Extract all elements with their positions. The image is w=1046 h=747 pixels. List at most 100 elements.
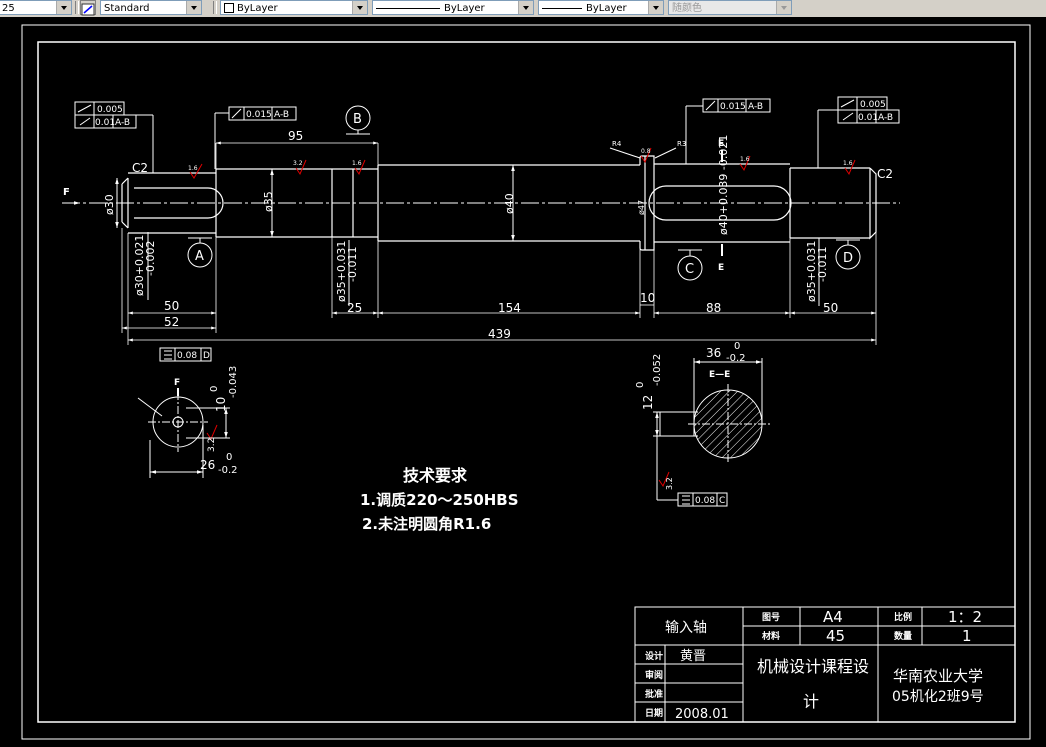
dim-88: 88 [706,301,721,315]
chevron-down-icon[interactable] [56,1,71,14]
rough-label-4: 0.8 [641,148,651,155]
tb-material-label: 材料 [761,630,780,642]
e-top-label: E [718,139,724,149]
notes-title: 技术要求 [403,466,468,485]
c2-left-label: C2 [132,161,148,175]
chevron-down-icon[interactable] [648,1,663,14]
color-value: ByLayer [237,3,278,14]
lineweight-combo[interactable]: ByLayer [538,0,664,15]
right-36-tol: 0 [734,341,740,352]
tb-course-line1: 机械设计课程设 [757,657,869,676]
rough-label-5: 1.6 [740,156,750,163]
chevron-down-icon[interactable] [518,1,533,14]
plot-style-value: 随颜色 [672,3,702,14]
right-12-tol2: -0.052 [652,354,663,386]
plot-style-combo[interactable]: 随颜色 [668,0,792,15]
gdt-mid-left-ref: A-B [274,110,289,120]
svg-text:A: A [195,249,204,264]
f-view-label: F [174,378,180,388]
phi40-tol-label: ø40+0.039 -0.021 [717,135,730,235]
r4-label: R4 [612,140,622,148]
left-10-tol: 0 [209,386,220,392]
drawing-canvas[interactable]: C2 C2 ø30 ø35 ø40 ø47 ø40+0.039 -0.021 ø… [0,17,1046,743]
tb-drawing-no: A4 [823,608,843,626]
tol-b2: -0.011 [346,247,359,282]
tb-approver-label: 批准 [645,688,663,700]
gdt-mid-left-val: 0.015 [246,110,272,120]
right-12-label: 12 [641,395,655,410]
toolbar-separator [75,1,79,14]
sym-left-val: 0.08 [177,351,197,361]
chevron-down-icon[interactable] [186,1,201,14]
svg-text:C: C [685,262,694,277]
scale-combo[interactable]: 25 [0,0,72,15]
phi30-label: ø30 [103,194,116,215]
gdt-left-val2: 0.01 [95,118,115,128]
svg-text:B: B [353,112,362,127]
phi47-label: ø47 [637,200,646,215]
chevron-down-icon[interactable] [776,1,791,14]
sym-left-ref: D [203,351,210,361]
dim-439: 439 [488,327,511,341]
left-26-tol2: -0.2 [218,465,238,476]
notes-item-2: 2.未注明圆角R1.6 [362,515,491,533]
c2-right-label: C2 [877,167,893,181]
inner-frame [37,41,1016,723]
dim-50a: 50 [164,299,179,313]
datum-a: A [187,237,213,268]
right-12-tol: 0 [635,382,646,388]
right-36-label: 36 [706,346,721,360]
rough-label-2: 3.2 [293,160,303,167]
gdt-right-ref: A-B [878,113,893,123]
notes-item-1: 1.调质220～250HBS [360,491,519,509]
properties-toolbar: 25 Standard ByLayer ByLayer ByLayer 随颜色 [0,0,1046,18]
tb-designer: 黄晋 [680,649,706,664]
left-32-label: 3.2 [207,438,217,452]
linetype-value: ByLayer [444,3,485,14]
tb-scale: 1：2 [948,608,982,626]
gdt-right [817,96,900,168]
gdt-mid-right-val: 0.015 [720,102,746,112]
gdt-right-val1: 0.005 [860,100,886,110]
rough-label-3: 1.6 [352,160,362,167]
tb-reviewer-label: 审阅 [645,669,663,681]
right-32-label: 3.2 [665,477,674,490]
dim-25: 25 [347,301,362,315]
text-style-icon[interactable] [80,0,96,16]
chevron-down-icon[interactable] [352,1,367,14]
sym-right-val: 0.08 [695,496,715,506]
lineweight-value: ByLayer [586,3,627,14]
tb-quantity-label: 数量 [894,630,912,642]
section-e-title: E—E [709,370,730,380]
color-swatch-icon [224,3,234,13]
left-26-label: 26 [200,458,215,472]
svg-text:D: D [843,251,853,266]
e-bottom-label: E [718,263,724,273]
tb-drawing-no-label: 图号 [762,612,780,623]
gdt-mid-right-ref: A-B [748,102,763,112]
text-style-combo[interactable]: Standard [100,0,202,15]
dim-52: 52 [164,315,179,329]
linetype-sample-icon [376,7,440,9]
linetype-combo[interactable]: ByLayer [372,0,534,15]
gdt-right-val2: 0.01 [858,113,878,123]
datum-b: B [345,105,371,135]
phi40-label: ø40 [503,193,516,214]
dim-95: 95 [288,129,303,143]
tb-quantity: 1 [962,627,972,645]
left-26-tol: 0 [226,452,232,463]
text-style-value: Standard [104,3,150,14]
tb-date-label: 日期 [645,707,663,719]
layer-color-combo[interactable]: ByLayer [220,0,368,15]
section-f-view [137,347,230,478]
toolbar-separator [213,1,217,14]
tb-course-line2: 计 [803,692,819,711]
dim-50b: 50 [823,301,838,315]
gdt-left-val1: 0.005 [97,105,123,115]
datum-c: C [677,249,703,281]
sym-right-ref: C [719,496,725,506]
datum-d: D [835,239,861,270]
tb-date: 2008.01 [675,707,729,722]
tb-scale-label: 比例 [894,611,912,623]
lineweight-sample-icon [542,7,582,9]
